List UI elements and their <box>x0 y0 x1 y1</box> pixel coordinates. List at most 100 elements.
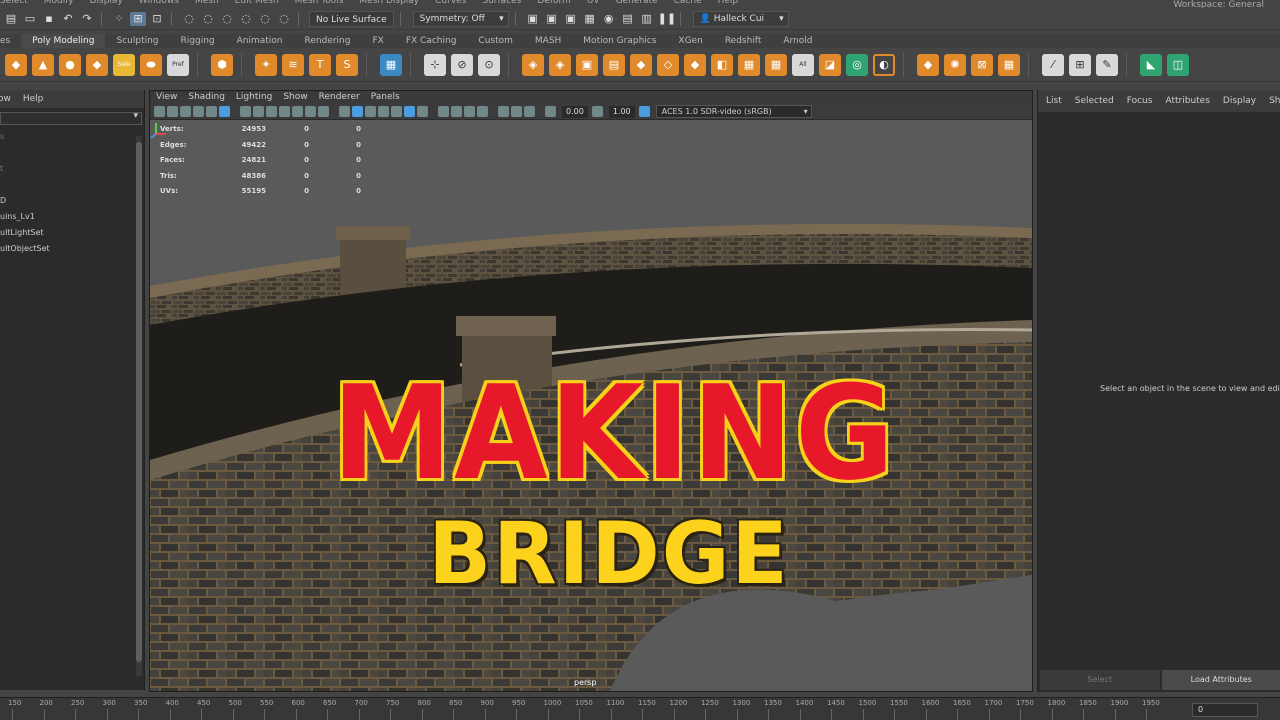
xray-icon[interactable] <box>511 106 522 117</box>
symmetry-dropdown[interactable]: Symmetry: Off <box>412 10 509 27</box>
snap-live-icon[interactable]: ◌ <box>257 12 273 26</box>
attr-menu-show[interactable]: Show <box>1269 96 1280 106</box>
gate-mask-icon[interactable] <box>279 106 290 117</box>
poly-cone-icon[interactable]: ▲ <box>32 53 54 76</box>
fill-hole-icon[interactable]: ▦ <box>765 53 787 76</box>
undo-icon[interactable]: ↶ <box>60 12 76 26</box>
depth-of-field-icon[interactable] <box>477 106 488 117</box>
user-account-dropdown[interactable]: 👤 Halleck Cui <box>692 10 789 27</box>
outliner-scrollbar[interactable] <box>136 136 142 676</box>
shelf-tab[interactable]: Rigging <box>170 34 226 48</box>
shelf-tab[interactable]: Custom <box>467 34 523 48</box>
viewport-menu-view[interactable]: View <box>156 91 177 104</box>
viewport-menu-renderer[interactable]: Renderer <box>319 91 360 104</box>
camera-attributes-icon[interactable] <box>167 106 178 117</box>
shadows-icon[interactable] <box>417 106 428 117</box>
magnet-icon[interactable]: ◌ <box>276 12 292 26</box>
sculpt-brush-icon[interactable]: ⁄ <box>1042 53 1064 76</box>
select-by-component-icon[interactable]: ⊡ <box>149 12 165 26</box>
select-button[interactable]: Select <box>1040 670 1160 690</box>
save-scene-icon[interactable]: ▪ <box>41 12 57 26</box>
separate-icon[interactable]: ◈ <box>549 53 571 76</box>
wireframe-on-shaded-icon[interactable] <box>378 106 389 117</box>
snap-grid-icon[interactable]: ◌ <box>181 12 197 26</box>
viewport-canvas[interactable]: Verts: 24953 0 0 Edges: 49422 0 0 Faces: 24821 0 0 T… <box>150 120 1032 691</box>
poly-plane-icon[interactable]: ◆ <box>86 53 108 76</box>
screen-space-ao-icon[interactable] <box>438 106 449 117</box>
outliner-item[interactable]: uins_Lv1 <box>0 209 144 225</box>
shelf-tab[interactable]: MASH <box>524 34 572 48</box>
poly-torus-icon[interactable]: ● <box>59 53 81 76</box>
sweep-mesh-icon[interactable]: ≋ <box>282 53 304 76</box>
scrollbar-thumb[interactable] <box>136 142 142 662</box>
ipr-render-icon[interactable]: ▣ <box>563 12 579 26</box>
outliner-search-field[interactable] <box>0 111 142 125</box>
exposure-field[interactable]: 0.00 <box>562 105 588 118</box>
freeze-transform-icon[interactable]: ◫ <box>1167 53 1189 76</box>
shelf-tab[interactable]: FX Caching <box>395 34 468 48</box>
outliner-item[interactable] <box>0 177 144 193</box>
outliner-menu-help[interactable]: Help <box>23 94 44 104</box>
shelf-tab[interactable]: FX <box>361 34 394 48</box>
menubar-item[interactable]: Windows <box>139 0 179 6</box>
select-set-icon[interactable]: Sele <box>113 53 135 76</box>
exposure-icon[interactable] <box>545 106 556 117</box>
menubar-item[interactable]: UV <box>587 0 600 6</box>
outliner-item[interactable] <box>0 145 144 161</box>
motion-blur-icon[interactable] <box>451 106 462 117</box>
boolean-icon[interactable]: ▤ <box>603 53 625 76</box>
safe-action-icon[interactable] <box>305 106 316 117</box>
menubar-item[interactable]: Help <box>718 0 739 6</box>
type-tool-icon[interactable]: T <box>309 53 331 76</box>
grid-toggle-icon[interactable] <box>240 106 251 117</box>
menubar-item[interactable]: Mesh Display <box>359 0 419 6</box>
platonic-solid-icon[interactable]: ⬢ <box>211 53 233 76</box>
smooth-icon[interactable]: ◆ <box>630 53 652 76</box>
pause-icon[interactable]: ❚❚ <box>658 12 676 26</box>
menubar-item[interactable]: Mesh <box>195 0 219 6</box>
field-chart-icon[interactable] <box>292 106 303 117</box>
redo-icon[interactable]: ↷ <box>79 12 95 26</box>
bookmarks-icon[interactable] <box>180 106 191 117</box>
menubar-item[interactable]: Display <box>90 0 123 6</box>
wireframe-icon[interactable] <box>339 106 350 117</box>
safe-title-icon[interactable] <box>318 106 329 117</box>
menubar-item[interactable]: Edit Mesh <box>235 0 279 6</box>
render-view-icon[interactable]: ▤ <box>620 12 636 26</box>
live-surface-field[interactable]: No Live Surface <box>309 10 394 27</box>
outliner-item[interactable]: D <box>0 193 144 209</box>
multi-cut-icon[interactable]: ◐ <box>873 53 895 76</box>
viewport-menu-panels[interactable]: Panels <box>371 91 400 104</box>
bridge-icon[interactable]: ◧ <box>711 53 733 76</box>
all-icon[interactable]: All <box>792 53 814 76</box>
outliner-menu-show[interactable]: ow <box>0 94 11 104</box>
ipr-tuning-icon[interactable]: ▥ <box>639 12 655 26</box>
view-transform-dropdown[interactable]: ACES 1.0 SDR-video (sRGB) <box>655 105 812 118</box>
menubar-item[interactable]: Mesh Tools <box>295 0 344 6</box>
automatic-uv-icon[interactable]: ✺ <box>944 53 966 76</box>
xray-joints-icon[interactable] <box>524 106 535 117</box>
grid-icon[interactable]: ▦ <box>380 53 402 76</box>
menubar-item[interactable]: Select <box>0 0 28 6</box>
lights-icon[interactable] <box>404 106 415 117</box>
outliner-item[interactable]: t <box>0 161 144 177</box>
textured-icon[interactable] <box>391 106 402 117</box>
current-frame-field[interactable]: 0 <box>1192 703 1258 717</box>
new-scene-icon[interactable]: ▤ <box>3 12 19 26</box>
menubar-item[interactable]: Surfaces <box>482 0 521 6</box>
select-by-object-icon[interactable]: ⊞ <box>130 11 146 26</box>
attr-menu-selected[interactable]: Selected <box>1075 96 1114 106</box>
shelf-tab[interactable]: Arnold <box>772 34 823 48</box>
shelf-tab[interactable]: es <box>0 34 21 48</box>
isolate-select-icon[interactable] <box>498 106 509 117</box>
attr-menu-attributes[interactable]: Attributes <box>1165 96 1209 106</box>
cut-uv-icon[interactable]: ▦ <box>998 53 1020 76</box>
2d-pan-zoom-icon[interactable] <box>206 106 217 117</box>
menubar-item[interactable]: Cache <box>674 0 702 6</box>
select-camera-icon[interactable] <box>154 106 165 117</box>
bevel-icon[interactable]: ▦ <box>738 53 760 76</box>
render-frame-icon[interactable]: ▣ <box>525 12 541 26</box>
extract-icon[interactable]: ▣ <box>576 53 598 76</box>
load-attributes-button[interactable]: Load Attributes <box>1161 670 1280 690</box>
snap-view-plane-icon[interactable]: ◌ <box>238 12 254 26</box>
